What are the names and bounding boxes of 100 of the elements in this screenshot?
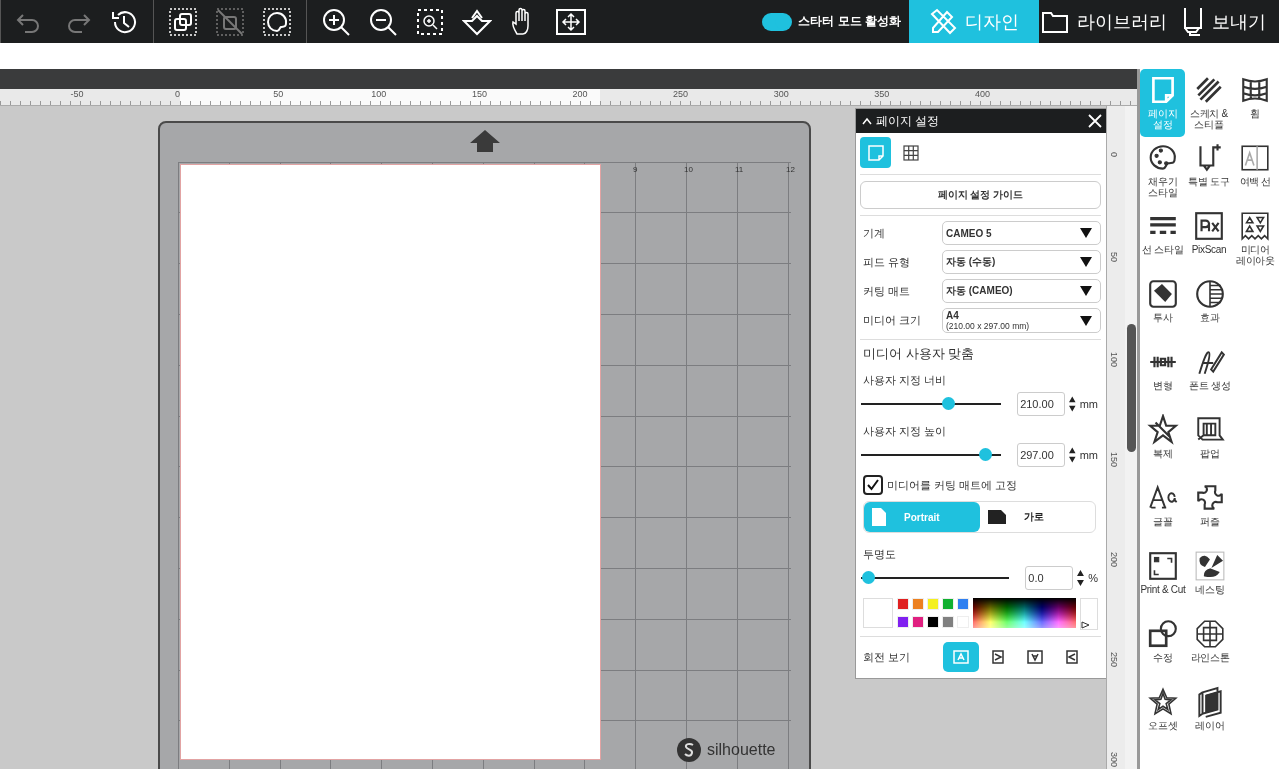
media-layout-icon: [1239, 210, 1272, 242]
spinner-arrows-icon[interactable]: [1069, 395, 1076, 413]
duplicate-button[interactable]: [168, 6, 198, 37]
print-cut-icon: [1147, 550, 1179, 582]
guide-button[interactable]: 페이지 설정 가이드: [860, 181, 1101, 209]
panel-title: 페이지 설정: [876, 112, 941, 130]
tool-button[interactable]: 특별 도구: [1186, 137, 1232, 205]
spinner-arrows-icon[interactable]: [1069, 446, 1076, 464]
framed-letter-icon: [992, 650, 1004, 664]
number-field[interactable]: 297.00: [1017, 443, 1066, 467]
color-swatch[interactable]: [941, 615, 954, 628]
color-spectrum[interactable]: [972, 598, 1077, 628]
color-swatch[interactable]: [926, 615, 939, 628]
tool-button[interactable]: 오프셋: [1140, 681, 1186, 749]
color-swatch[interactable]: [926, 598, 939, 610]
color-swatch[interactable]: [911, 615, 924, 628]
tool-button[interactable]: 투사: [1140, 273, 1186, 341]
ruler-label: 100: [371, 89, 387, 99]
ruler-label: 50: [1109, 252, 1119, 262]
tool-button[interactable]: 스케치 & 스티플: [1186, 69, 1232, 137]
tool-button[interactable]: 휨: [1232, 69, 1278, 137]
tool-button[interactable]: 팝업: [1187, 409, 1233, 477]
palette-button[interactable]: [262, 6, 292, 37]
tab[interactable]: 보내기: [1169, 0, 1279, 43]
color-swatch[interactable]: [941, 598, 954, 610]
framed-letter-icon: [1066, 650, 1078, 664]
portrait-page-icon: [872, 508, 886, 526]
slider-thumb[interactable]: [861, 571, 875, 584]
margin-letters-icon: [1239, 142, 1272, 174]
dropdown[interactable]: CAMEO 5: [942, 221, 1101, 245]
color-swatch[interactable]: [896, 615, 909, 628]
tool-button[interactable]: 미디어 레이아웃: [1232, 205, 1278, 273]
unit-label: %: [1088, 572, 1098, 584]
grid-number: 9: [633, 165, 638, 174]
slider-thumb[interactable]: [942, 397, 956, 410]
logo-icon: [676, 737, 702, 763]
slider-thumb[interactable]: [978, 448, 992, 461]
dropdown-arrow-icon: [1080, 286, 1092, 296]
framed-letter-icon: [1026, 650, 1044, 664]
tool-button[interactable]: 변형: [1140, 341, 1186, 409]
transparency-strip[interactable]: [1080, 598, 1098, 630]
ruler-label: 250: [1109, 652, 1119, 668]
grid-number: 11: [735, 165, 744, 174]
pointer-icon: [1081, 621, 1092, 629]
tool-button[interactable]: 라인스톤: [1187, 613, 1233, 681]
toggle-label: 스타터 모드 활성화: [798, 13, 901, 30]
unit-label: mm: [1079, 398, 1098, 410]
move-button[interactable]: [556, 6, 586, 37]
tool-button[interactable]: 효과: [1187, 273, 1233, 341]
dropdown[interactable]: A4 (210.00 x 297.00 mm): [942, 308, 1101, 333]
ruler-label: 200: [572, 89, 588, 99]
tool-button[interactable]: 수정: [1140, 613, 1186, 681]
number-field[interactable]: 0.0: [1025, 566, 1074, 590]
section-heading: 미디어 사용자 맞춤: [863, 345, 976, 363]
checkbox[interactable]: [863, 475, 883, 495]
tool-button[interactable]: 여백 선: [1232, 137, 1278, 205]
setting-label: 커팅 매트: [862, 283, 912, 299]
tool-button[interactable]: PixScan: [1186, 205, 1232, 273]
slider-label: 사용자 지정 너비: [863, 373, 948, 388]
zoom-in-button[interactable]: [321, 6, 351, 37]
tool-button[interactable]: 채우기 스타일: [1140, 137, 1186, 205]
zoom-box-button[interactable]: [415, 6, 445, 37]
dropdown-arrow-icon: [1080, 257, 1092, 267]
tool-button[interactable]: 선 스타일: [1140, 205, 1186, 273]
color-swatch[interactable]: [956, 598, 969, 610]
scrollbar-thumb[interactable]: [1127, 324, 1136, 452]
rhinestone-icon: [1194, 618, 1226, 650]
tool-button[interactable]: 퍼즐: [1187, 477, 1233, 545]
page-icon: [866, 143, 885, 162]
star-outline-icon: [1147, 686, 1179, 718]
color-swatch[interactable]: [911, 598, 924, 610]
tool-button[interactable]: 복제: [1140, 409, 1186, 477]
close-icon[interactable]: [1088, 114, 1102, 128]
number-field[interactable]: 210.00: [1017, 392, 1066, 416]
dropdown-arrow-icon: [1080, 228, 1092, 238]
tab[interactable]: 라이브러리: [1039, 0, 1169, 43]
setting-label: 피드 유형: [862, 254, 912, 270]
orientation-option[interactable]: 가로: [979, 502, 1095, 532]
ruler-label: 150: [471, 89, 487, 99]
ruler-label: -50: [70, 89, 84, 99]
color-swatch[interactable]: [896, 598, 909, 610]
tool-button[interactable]: 네스팅: [1187, 545, 1233, 613]
tool-button[interactable]: 글꼴: [1140, 477, 1186, 545]
landscape-page-icon: [987, 510, 1006, 524]
slider-label: 사용자 지정 높이: [863, 424, 948, 439]
checkbox-label: 미디어를 커팅 매트에 고정: [887, 477, 1018, 493]
ruler-label: 250: [673, 89, 689, 99]
tool-button[interactable]: 레이어: [1187, 681, 1233, 749]
feed-arrow-icon: [470, 130, 500, 152]
grid-icon: [901, 143, 920, 162]
tool-button[interactable]: 폰트 생성: [1187, 341, 1233, 409]
spinner-arrows-icon[interactable]: [1077, 569, 1085, 587]
dropdown-arrow-icon: [1080, 315, 1092, 326]
tool-button[interactable]: Print & Cut: [1140, 545, 1186, 613]
zoom-out-button[interactable]: [368, 6, 398, 37]
ruler-label: 200: [1109, 552, 1119, 568]
dropdown[interactable]: 자동 (CAMEO): [942, 279, 1101, 303]
collapse-caret-icon[interactable]: [862, 117, 872, 125]
dropdown[interactable]: 자동 (수동): [942, 250, 1101, 274]
ruler-label: 0: [1109, 152, 1119, 157]
